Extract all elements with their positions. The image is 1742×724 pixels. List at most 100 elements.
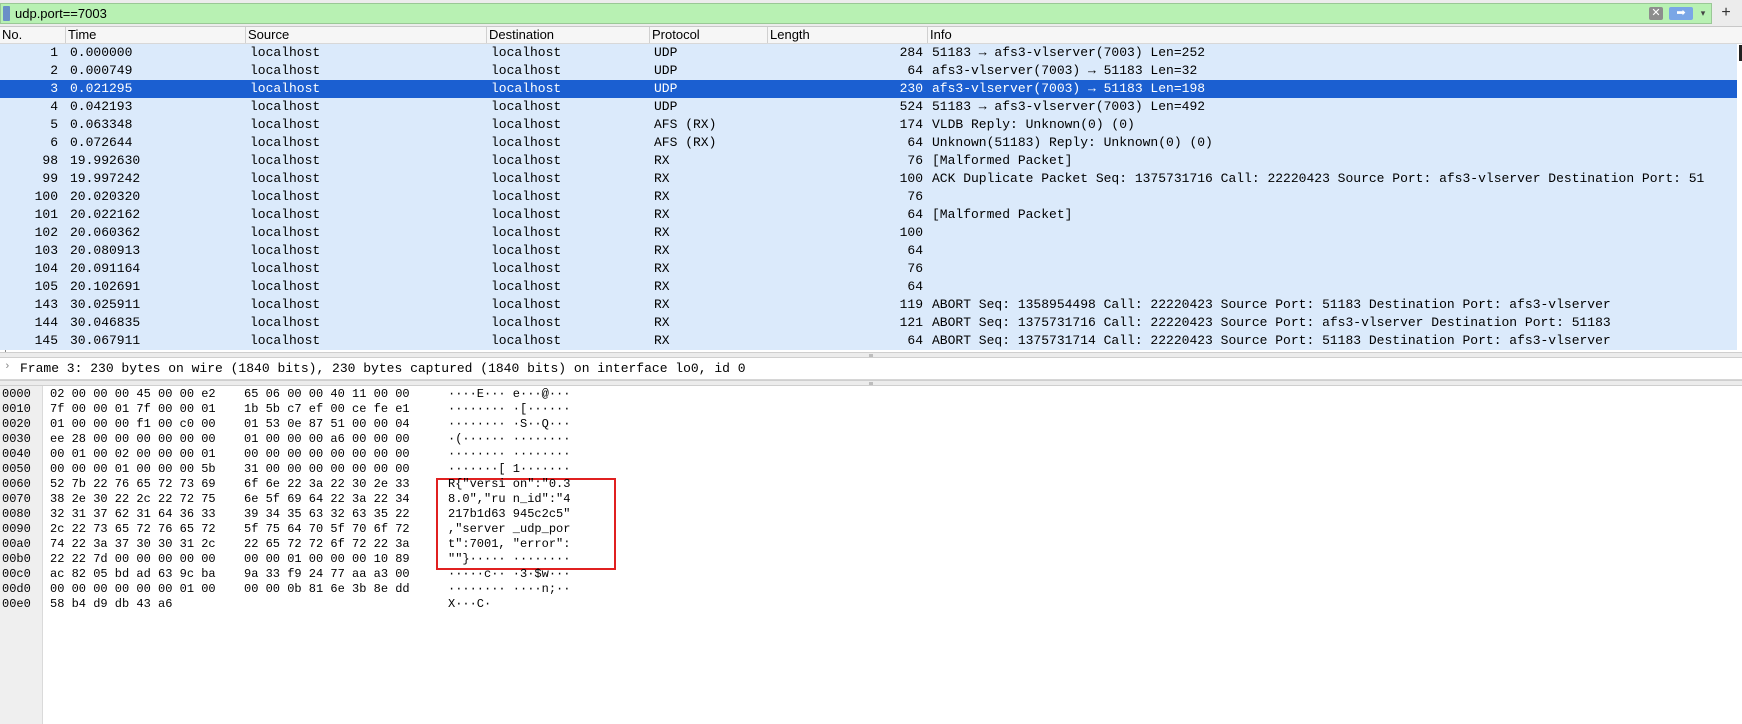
packet-row[interactable]: 6 0.072644 localhost localhost AFS (RX) 64 Unk…	[0, 134, 1737, 152]
hex-bytes[interactable]: 22 22 7d 00 00 00 00 00	[50, 552, 216, 567]
hex-bytes[interactable]: 01 53 0e 87 51 00 00 04	[244, 417, 410, 432]
ascii-bytes[interactable]: ""}····· ········	[448, 552, 570, 567]
chevron-right-icon[interactable]: ›	[4, 361, 11, 373]
hex-bytes[interactable]: 32 31 37 62 31 64 36 33	[50, 507, 216, 522]
splitter-grip[interactable]	[869, 354, 873, 357]
hex-bytes[interactable]: ac 82 05 bd ad 63 9c ba	[50, 567, 216, 582]
frame-detail-line[interactable]: Frame 3: 230 bytes on wire (1840 bits), …	[20, 361, 746, 376]
ascii-bytes[interactable]: R{"versi on":"0.3	[448, 477, 570, 492]
packet-cell-src: localhost	[250, 153, 321, 168]
packet-cell-no: 145	[34, 333, 58, 348]
packet-row[interactable]: 2 0.000749 localhost localhost UDP 64 afs3-vls…	[0, 62, 1737, 80]
packet-row[interactable]: 101 20.022162 localhost localhost RX 64 [Malfo…	[0, 206, 1737, 224]
column-header-info[interactable]: Info	[928, 27, 1742, 43]
column-header-destination[interactable]: Destination	[487, 27, 650, 43]
display-filter-field[interactable]: ✕ ➡ ▾	[0, 3, 1712, 24]
packet-row[interactable]: 102 20.060362 localhost localhost RX 100	[0, 224, 1737, 242]
display-filter-input[interactable]	[15, 5, 1635, 22]
hex-bytes[interactable]: 74 22 3a 37 30 30 31 2c	[50, 537, 216, 552]
hex-bytes[interactable]: 52 7b 22 76 65 72 73 69	[50, 477, 216, 492]
ascii-bytes[interactable]: 217b1d63 945c2c5"	[448, 507, 570, 522]
hex-bytes[interactable]: 00 00 01 00 00 00 10 89	[244, 552, 410, 567]
bookmark-icon[interactable]	[3, 6, 10, 21]
hex-bytes[interactable]: 39 34 35 63 32 63 35 22	[244, 507, 410, 522]
hex-bytes[interactable]: 38 2e 30 22 2c 22 72 75	[50, 492, 216, 507]
packet-row[interactable]: 3 0.021295 localhost localhost UDP 230 afs3-vl…	[0, 80, 1737, 98]
packet-cell-proto: AFS (RX)	[654, 135, 717, 150]
hex-bytes[interactable]: 6f 6e 22 3a 22 30 2e 33	[244, 477, 410, 492]
packet-bytes-pane[interactable]: 0000 02 00 00 00 45 00 00 e2 65 06 00 00 4…	[0, 386, 1742, 724]
hex-bytes[interactable]: 65 06 00 00 40 11 00 00	[244, 387, 410, 402]
hex-bytes[interactable]: 7f 00 00 01 7f 00 00 01	[50, 402, 216, 417]
column-header-length[interactable]: Length	[768, 27, 928, 43]
packet-row[interactable]: 98 19.992630 localhost localhost RX 76 [Malfor…	[0, 152, 1737, 170]
hex-bytes[interactable]: 58 b4 d9 db 43 a6	[50, 597, 172, 612]
apply-filter-button[interactable]: ➡	[1669, 7, 1693, 20]
ascii-bytes[interactable]: ·····c·· ·3·$w···	[448, 567, 570, 582]
chevron-down-icon[interactable]: ▾	[1697, 7, 1709, 20]
packet-list[interactable]: 1 0.000000 localhost localhost UDP 284 51183 →…	[0, 44, 1742, 352]
packet-cell-no: 3	[50, 81, 58, 96]
hex-bytes[interactable]: 00 00 00 01 00 00 00 5b	[50, 462, 216, 477]
packet-row[interactable]: 99 19.997242 localhost localhost RX 100 ACK Du…	[0, 170, 1737, 188]
packet-cell-info: 51183 → afs3-vlserver(7003) Len=252	[932, 45, 1206, 60]
hex-bytes[interactable]: 1b 5b c7 ef 00 ce fe e1	[244, 402, 410, 417]
packet-row[interactable]: 1 0.000000 localhost localhost UDP 284 51183 →…	[0, 44, 1737, 62]
packet-cell-len: 76	[907, 189, 923, 204]
packet-row[interactable]: 143 30.025911 localhost localhost RX 119 ABORT…	[0, 296, 1737, 314]
hex-bytes[interactable]: 5f 75 64 70 5f 70 6f 72	[244, 522, 410, 537]
packet-cell-src: localhost	[250, 207, 321, 222]
hex-bytes[interactable]: ee 28 00 00 00 00 00 00	[50, 432, 216, 447]
packet-cell-len: 174	[899, 117, 923, 132]
byte-offset: 00e0	[2, 597, 31, 611]
packet-row[interactable]: 4 0.042193 localhost localhost UDP 524 51183 →…	[0, 98, 1737, 116]
ascii-bytes[interactable]: ········ ·S··Q···	[448, 417, 570, 432]
ascii-bytes[interactable]: ,"server _udp_por	[448, 522, 570, 537]
packet-row[interactable]: 145 30.067911 localhost localhost RX 64 ABORT …	[0, 332, 1737, 350]
packet-cell-proto: UDP	[654, 99, 678, 114]
packet-cell-time: 0.000000	[70, 45, 133, 60]
packet-row[interactable]: 104 20.091164 localhost localhost RX 76	[0, 260, 1737, 278]
packet-cell-time: 30.046835	[70, 315, 141, 330]
packet-row[interactable]: 144 30.046835 localhost localhost RX 121 ABORT…	[0, 314, 1737, 332]
ascii-bytes[interactable]: ·······[ 1·······	[448, 462, 570, 477]
column-header-source[interactable]: Source	[246, 27, 487, 43]
byte-offset: 0010	[2, 402, 31, 416]
packet-cell-dst: localhost	[491, 63, 562, 78]
column-header-no[interactable]: No.	[0, 27, 66, 43]
hex-bytes[interactable]: 00 01 00 02 00 00 00 01	[50, 447, 216, 462]
hex-bytes[interactable]: 9a 33 f9 24 77 aa a3 00	[244, 567, 410, 582]
hex-bytes[interactable]: 2c 22 73 65 72 76 65 72	[50, 522, 216, 537]
packet-cell-info: afs3-vlserver(7003) → 51183 Len=198	[932, 81, 1206, 96]
ascii-bytes[interactable]: 8.0","ru n_id":"4	[448, 492, 570, 507]
ascii-bytes[interactable]: ········ ····n;··	[448, 582, 570, 597]
hex-bytes[interactable]: 01 00 00 00 a6 00 00 00	[244, 432, 410, 447]
hex-bytes[interactable]: 6e 5f 69 64 22 3a 22 34	[244, 492, 410, 507]
packet-row[interactable]: 100 20.020320 localhost localhost RX 76	[0, 188, 1737, 206]
splitter-grip[interactable]	[869, 382, 873, 385]
hex-bytes[interactable]: 00 00 00 00 00 00 00 00	[244, 447, 410, 462]
ascii-bytes[interactable]: ·(······ ········	[448, 432, 570, 447]
ascii-bytes[interactable]: ····E··· e···@···	[448, 387, 570, 402]
hex-bytes[interactable]: 00 00 0b 81 6e 3b 8e dd	[244, 582, 410, 597]
hex-bytes[interactable]: 00 00 00 00 00 00 01 00	[50, 582, 216, 597]
column-header-protocol[interactable]: Protocol	[650, 27, 768, 43]
add-filter-button[interactable]: +	[1716, 3, 1736, 23]
clear-filter-icon[interactable]: ✕	[1649, 7, 1663, 20]
ascii-bytes[interactable]: ········ ········	[448, 447, 570, 462]
ascii-bytes[interactable]: X···C·	[448, 597, 491, 612]
hex-bytes[interactable]: 01 00 00 00 f1 00 c0 00	[50, 417, 216, 432]
hex-bytes[interactable]: 31 00 00 00 00 00 00 00	[244, 462, 410, 477]
hex-bytes[interactable]: 02 00 00 00 45 00 00 e2	[50, 387, 216, 402]
packet-cell-dst: localhost	[491, 279, 562, 294]
packet-row[interactable]: 105 20.102691 localhost localhost RX 64	[0, 278, 1737, 296]
packet-row[interactable]: 103 20.080913 localhost localhost RX 64	[0, 242, 1737, 260]
ascii-bytes[interactable]: ········ ·[······	[448, 402, 570, 417]
hex-bytes[interactable]: 22 65 72 72 6f 72 22 3a	[244, 537, 410, 552]
ascii-bytes[interactable]: t":7001, "error":	[448, 537, 570, 552]
packet-row[interactable]: 5 0.063348 localhost localhost AFS (RX) 174 VL…	[0, 116, 1737, 134]
packet-cell-src: localhost	[250, 99, 321, 114]
byte-offset: 0080	[2, 507, 31, 521]
column-header-time[interactable]: Time	[66, 27, 246, 43]
packet-cell-time: 19.992630	[70, 153, 141, 168]
